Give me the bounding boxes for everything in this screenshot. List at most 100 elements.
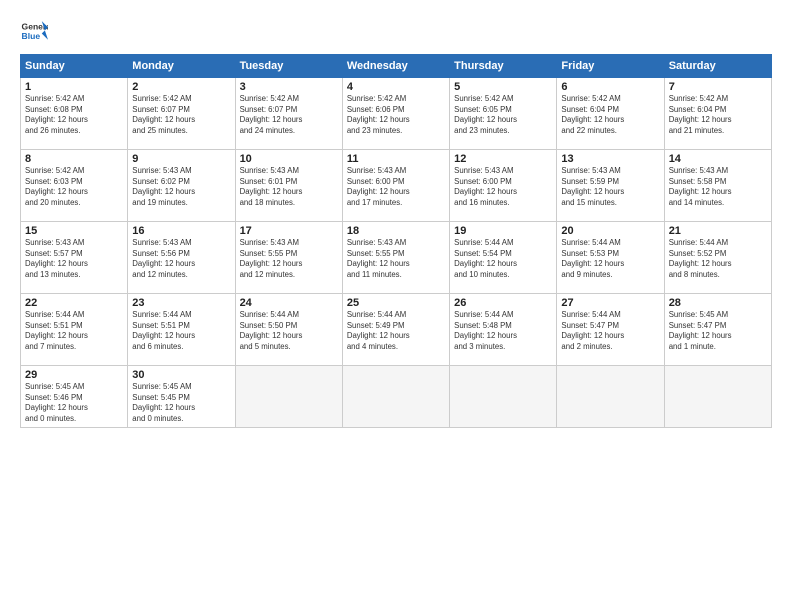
calendar-cell-day-20: 20Sunrise: 5:44 AMSunset: 5:53 PMDayligh… (557, 222, 664, 294)
day-number-29: 29 (25, 369, 123, 381)
day-number-7: 7 (669, 81, 767, 93)
calendar-week-5: 29Sunrise: 5:45 AMSunset: 5:46 PMDayligh… (21, 366, 772, 428)
page-header: General Blue (20, 18, 772, 46)
day-number-23: 23 (132, 297, 230, 309)
calendar-cell-day-3: 3Sunrise: 5:42 AMSunset: 6:07 PMDaylight… (235, 78, 342, 150)
calendar-cell-day-30: 30Sunrise: 5:45 AMSunset: 5:45 PMDayligh… (128, 366, 235, 428)
day-number-21: 21 (669, 225, 767, 237)
day-number-18: 18 (347, 225, 445, 237)
calendar-cell-day-7: 7Sunrise: 5:42 AMSunset: 6:04 PMDaylight… (664, 78, 771, 150)
calendar-cell-empty (342, 366, 449, 428)
calendar-cell-day-13: 13Sunrise: 5:43 AMSunset: 5:59 PMDayligh… (557, 150, 664, 222)
calendar-cell-day-15: 15Sunrise: 5:43 AMSunset: 5:57 PMDayligh… (21, 222, 128, 294)
calendar-week-4: 22Sunrise: 5:44 AMSunset: 5:51 PMDayligh… (21, 294, 772, 366)
calendar-cell-day-28: 28Sunrise: 5:45 AMSunset: 5:47 PMDayligh… (664, 294, 771, 366)
calendar-cell-day-19: 19Sunrise: 5:44 AMSunset: 5:54 PMDayligh… (450, 222, 557, 294)
day-info-9: Sunrise: 5:43 AMSunset: 6:02 PMDaylight:… (132, 166, 230, 208)
day-number-15: 15 (25, 225, 123, 237)
day-info-17: Sunrise: 5:43 AMSunset: 5:55 PMDaylight:… (240, 238, 338, 280)
calendar-cell-day-2: 2Sunrise: 5:42 AMSunset: 6:07 PMDaylight… (128, 78, 235, 150)
day-info-20: Sunrise: 5:44 AMSunset: 5:53 PMDaylight:… (561, 238, 659, 280)
calendar-cell-day-24: 24Sunrise: 5:44 AMSunset: 5:50 PMDayligh… (235, 294, 342, 366)
day-number-25: 25 (347, 297, 445, 309)
calendar-cell-day-16: 16Sunrise: 5:43 AMSunset: 5:56 PMDayligh… (128, 222, 235, 294)
calendar-cell-day-9: 9Sunrise: 5:43 AMSunset: 6:02 PMDaylight… (128, 150, 235, 222)
day-info-19: Sunrise: 5:44 AMSunset: 5:54 PMDaylight:… (454, 238, 552, 280)
day-number-10: 10 (240, 153, 338, 165)
calendar-cell-day-11: 11Sunrise: 5:43 AMSunset: 6:00 PMDayligh… (342, 150, 449, 222)
day-number-9: 9 (132, 153, 230, 165)
day-info-23: Sunrise: 5:44 AMSunset: 5:51 PMDaylight:… (132, 310, 230, 352)
calendar-cell-day-26: 26Sunrise: 5:44 AMSunset: 5:48 PMDayligh… (450, 294, 557, 366)
calendar-header-thursday: Thursday (450, 55, 557, 78)
day-info-28: Sunrise: 5:45 AMSunset: 5:47 PMDaylight:… (669, 310, 767, 352)
day-info-11: Sunrise: 5:43 AMSunset: 6:00 PMDaylight:… (347, 166, 445, 208)
day-number-4: 4 (347, 81, 445, 93)
day-info-24: Sunrise: 5:44 AMSunset: 5:50 PMDaylight:… (240, 310, 338, 352)
calendar-cell-day-12: 12Sunrise: 5:43 AMSunset: 6:00 PMDayligh… (450, 150, 557, 222)
day-info-10: Sunrise: 5:43 AMSunset: 6:01 PMDaylight:… (240, 166, 338, 208)
day-number-1: 1 (25, 81, 123, 93)
day-number-13: 13 (561, 153, 659, 165)
day-number-27: 27 (561, 297, 659, 309)
day-number-6: 6 (561, 81, 659, 93)
day-number-26: 26 (454, 297, 552, 309)
calendar-cell-day-23: 23Sunrise: 5:44 AMSunset: 5:51 PMDayligh… (128, 294, 235, 366)
calendar-cell-empty (664, 366, 771, 428)
day-info-30: Sunrise: 5:45 AMSunset: 5:45 PMDaylight:… (132, 382, 230, 424)
calendar-cell-day-21: 21Sunrise: 5:44 AMSunset: 5:52 PMDayligh… (664, 222, 771, 294)
day-number-5: 5 (454, 81, 552, 93)
day-info-3: Sunrise: 5:42 AMSunset: 6:07 PMDaylight:… (240, 94, 338, 136)
day-info-1: Sunrise: 5:42 AMSunset: 6:08 PMDaylight:… (25, 94, 123, 136)
day-info-6: Sunrise: 5:42 AMSunset: 6:04 PMDaylight:… (561, 94, 659, 136)
svg-text:Blue: Blue (22, 31, 41, 41)
day-info-12: Sunrise: 5:43 AMSunset: 6:00 PMDaylight:… (454, 166, 552, 208)
calendar-header-friday: Friday (557, 55, 664, 78)
calendar-header-monday: Monday (128, 55, 235, 78)
day-info-13: Sunrise: 5:43 AMSunset: 5:59 PMDaylight:… (561, 166, 659, 208)
day-info-21: Sunrise: 5:44 AMSunset: 5:52 PMDaylight:… (669, 238, 767, 280)
calendar-cell-day-17: 17Sunrise: 5:43 AMSunset: 5:55 PMDayligh… (235, 222, 342, 294)
calendar-cell-day-10: 10Sunrise: 5:43 AMSunset: 6:01 PMDayligh… (235, 150, 342, 222)
calendar-header-tuesday: Tuesday (235, 55, 342, 78)
calendar-week-3: 15Sunrise: 5:43 AMSunset: 5:57 PMDayligh… (21, 222, 772, 294)
day-info-14: Sunrise: 5:43 AMSunset: 5:58 PMDaylight:… (669, 166, 767, 208)
day-number-3: 3 (240, 81, 338, 93)
calendar-body: 1Sunrise: 5:42 AMSunset: 6:08 PMDaylight… (21, 78, 772, 428)
logo: General Blue (20, 18, 52, 46)
day-info-26: Sunrise: 5:44 AMSunset: 5:48 PMDaylight:… (454, 310, 552, 352)
calendar-cell-day-14: 14Sunrise: 5:43 AMSunset: 5:58 PMDayligh… (664, 150, 771, 222)
calendar-cell-empty (450, 366, 557, 428)
calendar-cell-day-6: 6Sunrise: 5:42 AMSunset: 6:04 PMDaylight… (557, 78, 664, 150)
calendar-cell-empty (235, 366, 342, 428)
calendar-cell-empty (557, 366, 664, 428)
day-number-20: 20 (561, 225, 659, 237)
calendar-cell-day-22: 22Sunrise: 5:44 AMSunset: 5:51 PMDayligh… (21, 294, 128, 366)
calendar-week-1: 1Sunrise: 5:42 AMSunset: 6:08 PMDaylight… (21, 78, 772, 150)
day-number-19: 19 (454, 225, 552, 237)
calendar-table: SundayMondayTuesdayWednesdayThursdayFrid… (20, 54, 772, 428)
calendar-cell-day-18: 18Sunrise: 5:43 AMSunset: 5:55 PMDayligh… (342, 222, 449, 294)
day-info-27: Sunrise: 5:44 AMSunset: 5:47 PMDaylight:… (561, 310, 659, 352)
day-info-5: Sunrise: 5:42 AMSunset: 6:05 PMDaylight:… (454, 94, 552, 136)
day-number-24: 24 (240, 297, 338, 309)
calendar-cell-day-1: 1Sunrise: 5:42 AMSunset: 6:08 PMDaylight… (21, 78, 128, 150)
calendar-cell-day-4: 4Sunrise: 5:42 AMSunset: 6:06 PMDaylight… (342, 78, 449, 150)
day-info-22: Sunrise: 5:44 AMSunset: 5:51 PMDaylight:… (25, 310, 123, 352)
day-info-4: Sunrise: 5:42 AMSunset: 6:06 PMDaylight:… (347, 94, 445, 136)
calendar-cell-day-8: 8Sunrise: 5:42 AMSunset: 6:03 PMDaylight… (21, 150, 128, 222)
day-number-2: 2 (132, 81, 230, 93)
day-info-8: Sunrise: 5:42 AMSunset: 6:03 PMDaylight:… (25, 166, 123, 208)
day-number-22: 22 (25, 297, 123, 309)
calendar-cell-day-25: 25Sunrise: 5:44 AMSunset: 5:49 PMDayligh… (342, 294, 449, 366)
calendar-cell-day-27: 27Sunrise: 5:44 AMSunset: 5:47 PMDayligh… (557, 294, 664, 366)
day-number-12: 12 (454, 153, 552, 165)
day-number-30: 30 (132, 369, 230, 381)
day-number-14: 14 (669, 153, 767, 165)
day-info-7: Sunrise: 5:42 AMSunset: 6:04 PMDaylight:… (669, 94, 767, 136)
day-number-11: 11 (347, 153, 445, 165)
day-number-8: 8 (25, 153, 123, 165)
calendar-cell-day-29: 29Sunrise: 5:45 AMSunset: 5:46 PMDayligh… (21, 366, 128, 428)
day-info-18: Sunrise: 5:43 AMSunset: 5:55 PMDaylight:… (347, 238, 445, 280)
calendar-week-2: 8Sunrise: 5:42 AMSunset: 6:03 PMDaylight… (21, 150, 772, 222)
